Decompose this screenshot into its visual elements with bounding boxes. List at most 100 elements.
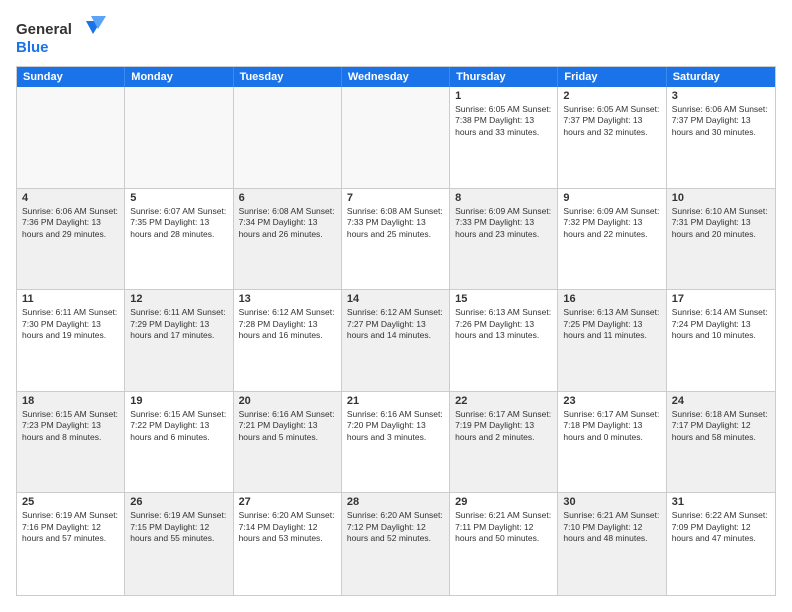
calendar-cell: 30Sunrise: 6:21 AM Sunset: 7:10 PM Dayli… <box>558 493 666 595</box>
day-number: 19 <box>130 395 227 407</box>
day-number: 31 <box>672 496 770 508</box>
calendar-cell: 25Sunrise: 6:19 AM Sunset: 7:16 PM Dayli… <box>17 493 125 595</box>
day-number: 17 <box>672 293 770 305</box>
calendar-week: 25Sunrise: 6:19 AM Sunset: 7:16 PM Dayli… <box>17 493 775 595</box>
weekday-header: Sunday <box>17 67 125 87</box>
day-info: Sunrise: 6:20 AM Sunset: 7:14 PM Dayligh… <box>239 510 336 544</box>
calendar-cell: 16 Sunrise: 6:13 AM Sunset: 7:25 PM Dayli… <box>558 290 666 391</box>
calendar-cell: 7 Sunrise: 6:08 AM Sunset: 7:33 PM Daylig… <box>342 189 450 290</box>
weekday-header: Thursday <box>450 67 558 87</box>
day-info: Sunrise: 6:12 AM Sunset: 7:28 PM Dayligh… <box>239 307 336 341</box>
day-info: Sunrise: 6:15 AM Sunset: 7:23 PM Dayligh… <box>22 409 119 443</box>
calendar-cell: 14 Sunrise: 6:12 AM Sunset: 7:27 PM Dayli… <box>342 290 450 391</box>
calendar-cell <box>17 87 125 188</box>
calendar-cell: 29Sunrise: 6:21 AM Sunset: 7:11 PM Dayli… <box>450 493 558 595</box>
day-info: Sunrise: 6:09 AM Sunset: 7:33 PM Dayligh… <box>455 206 552 240</box>
calendar-cell: 5Sunrise: 6:07 AM Sunset: 7:35 PM Daylig… <box>125 189 233 290</box>
calendar-cell: 18 Sunrise: 6:15 AM Sunset: 7:23 PM Dayli… <box>17 392 125 493</box>
day-number: 30 <box>563 496 660 508</box>
day-number: 12 <box>130 293 227 305</box>
day-info: Sunrise: 6:06 AM Sunset: 7:36 PM Dayligh… <box>22 206 119 240</box>
calendar-cell: 8 Sunrise: 6:09 AM Sunset: 7:33 PM Daylig… <box>450 189 558 290</box>
weekday-header: Friday <box>558 67 666 87</box>
calendar-cell: 1 Sunrise: 6:05 AM Sunset: 7:38 PM Daylig… <box>450 87 558 188</box>
day-info: Sunrise: 6:10 AM Sunset: 7:31 PM Dayligh… <box>672 206 770 240</box>
day-number: 8 <box>455 192 552 204</box>
calendar-week: 11 Sunrise: 6:11 AM Sunset: 7:30 PM Dayli… <box>17 290 775 392</box>
day-info: Sunrise: 6:19 AM Sunset: 7:15 PM Dayligh… <box>130 510 227 544</box>
day-info: Sunrise: 6:11 AM Sunset: 7:30 PM Dayligh… <box>22 307 119 341</box>
calendar-cell: 24 Sunrise: 6:18 AM Sunset: 7:17 PM Dayli… <box>667 392 775 493</box>
day-info: Sunrise: 6:12 AM Sunset: 7:27 PM Dayligh… <box>347 307 444 341</box>
calendar-cell: 10 Sunrise: 6:10 AM Sunset: 7:31 PM Dayli… <box>667 189 775 290</box>
calendar-cell: 4 Sunrise: 6:06 AM Sunset: 7:36 PM Daylig… <box>17 189 125 290</box>
day-number: 26 <box>130 496 227 508</box>
day-number: 10 <box>672 192 770 204</box>
day-number: 4 <box>22 192 119 204</box>
calendar-cell: 15Sunrise: 6:13 AM Sunset: 7:26 PM Dayli… <box>450 290 558 391</box>
logo: GeneralBlue <box>16 16 106 56</box>
day-number: 21 <box>347 395 444 407</box>
calendar-cell <box>342 87 450 188</box>
calendar-cell: 22Sunrise: 6:17 AM Sunset: 7:19 PM Dayli… <box>450 392 558 493</box>
calendar-header: SundayMondayTuesdayWednesdayThursdayFrid… <box>17 67 775 87</box>
day-number: 1 <box>455 90 552 102</box>
weekday-header: Wednesday <box>342 67 450 87</box>
day-number: 2 <box>563 90 660 102</box>
calendar: SundayMondayTuesdayWednesdayThursdayFrid… <box>16 66 776 596</box>
day-info: Sunrise: 6:07 AM Sunset: 7:35 PM Dayligh… <box>130 206 227 240</box>
calendar-cell: 17 Sunrise: 6:14 AM Sunset: 7:24 PM Dayli… <box>667 290 775 391</box>
day-number: 23 <box>563 395 660 407</box>
calendar-week: 18 Sunrise: 6:15 AM Sunset: 7:23 PM Dayli… <box>17 392 775 494</box>
calendar-cell: 3Sunrise: 6:06 AM Sunset: 7:37 PM Daylig… <box>667 87 775 188</box>
day-info: Sunrise: 6:19 AM Sunset: 7:16 PM Dayligh… <box>22 510 119 544</box>
day-info: Sunrise: 6:14 AM Sunset: 7:24 PM Dayligh… <box>672 307 770 341</box>
day-info: Sunrise: 6:20 AM Sunset: 7:12 PM Dayligh… <box>347 510 444 544</box>
day-number: 16 <box>563 293 660 305</box>
calendar-cell: 20 Sunrise: 6:16 AM Sunset: 7:21 PM Dayli… <box>234 392 342 493</box>
calendar-cell: 2 Sunrise: 6:05 AM Sunset: 7:37 PM Daylig… <box>558 87 666 188</box>
calendar-cell: 9Sunrise: 6:09 AM Sunset: 7:32 PM Daylig… <box>558 189 666 290</box>
day-info: Sunrise: 6:13 AM Sunset: 7:26 PM Dayligh… <box>455 307 552 341</box>
weekday-header: Monday <box>125 67 233 87</box>
day-number: 6 <box>239 192 336 204</box>
calendar-cell: 28 Sunrise: 6:20 AM Sunset: 7:12 PM Dayli… <box>342 493 450 595</box>
day-number: 14 <box>347 293 444 305</box>
day-number: 11 <box>22 293 119 305</box>
day-info: Sunrise: 6:08 AM Sunset: 7:34 PM Dayligh… <box>239 206 336 240</box>
calendar-cell: 21 Sunrise: 6:16 AM Sunset: 7:20 PM Dayli… <box>342 392 450 493</box>
day-number: 24 <box>672 395 770 407</box>
day-info: Sunrise: 6:22 AM Sunset: 7:09 PM Dayligh… <box>672 510 770 544</box>
day-number: 18 <box>22 395 119 407</box>
day-number: 7 <box>347 192 444 204</box>
day-info: Sunrise: 6:09 AM Sunset: 7:32 PM Dayligh… <box>563 206 660 240</box>
day-info: Sunrise: 6:16 AM Sunset: 7:21 PM Dayligh… <box>239 409 336 443</box>
day-info: Sunrise: 6:11 AM Sunset: 7:29 PM Dayligh… <box>130 307 227 341</box>
weekday-header: Saturday <box>667 67 775 87</box>
day-number: 29 <box>455 496 552 508</box>
day-number: 28 <box>347 496 444 508</box>
calendar-cell: 19 Sunrise: 6:15 AM Sunset: 7:22 PM Dayli… <box>125 392 233 493</box>
day-info: Sunrise: 6:15 AM Sunset: 7:22 PM Dayligh… <box>130 409 227 443</box>
calendar-body: 1 Sunrise: 6:05 AM Sunset: 7:38 PM Daylig… <box>17 87 775 595</box>
logo-icon: GeneralBlue <box>16 16 106 56</box>
page: GeneralBlue SundayMondayTuesdayWednesday… <box>0 0 792 612</box>
day-number: 13 <box>239 293 336 305</box>
day-info: Sunrise: 6:05 AM Sunset: 7:37 PM Dayligh… <box>563 104 660 138</box>
day-info: Sunrise: 6:08 AM Sunset: 7:33 PM Dayligh… <box>347 206 444 240</box>
calendar-cell: 12 Sunrise: 6:11 AM Sunset: 7:29 PM Dayli… <box>125 290 233 391</box>
calendar-cell <box>234 87 342 188</box>
day-info: Sunrise: 6:13 AM Sunset: 7:25 PM Dayligh… <box>563 307 660 341</box>
day-info: Sunrise: 6:17 AM Sunset: 7:19 PM Dayligh… <box>455 409 552 443</box>
calendar-week: 1 Sunrise: 6:05 AM Sunset: 7:38 PM Daylig… <box>17 87 775 189</box>
svg-text:Blue: Blue <box>16 39 49 56</box>
calendar-cell: 23Sunrise: 6:17 AM Sunset: 7:18 PM Dayli… <box>558 392 666 493</box>
header: GeneralBlue <box>16 16 776 56</box>
day-number: 27 <box>239 496 336 508</box>
day-number: 20 <box>239 395 336 407</box>
day-info: Sunrise: 6:05 AM Sunset: 7:38 PM Dayligh… <box>455 104 552 138</box>
calendar-cell: 31 Sunrise: 6:22 AM Sunset: 7:09 PM Dayli… <box>667 493 775 595</box>
day-info: Sunrise: 6:18 AM Sunset: 7:17 PM Dayligh… <box>672 409 770 443</box>
day-info: Sunrise: 6:16 AM Sunset: 7:20 PM Dayligh… <box>347 409 444 443</box>
calendar-week: 4 Sunrise: 6:06 AM Sunset: 7:36 PM Daylig… <box>17 189 775 291</box>
